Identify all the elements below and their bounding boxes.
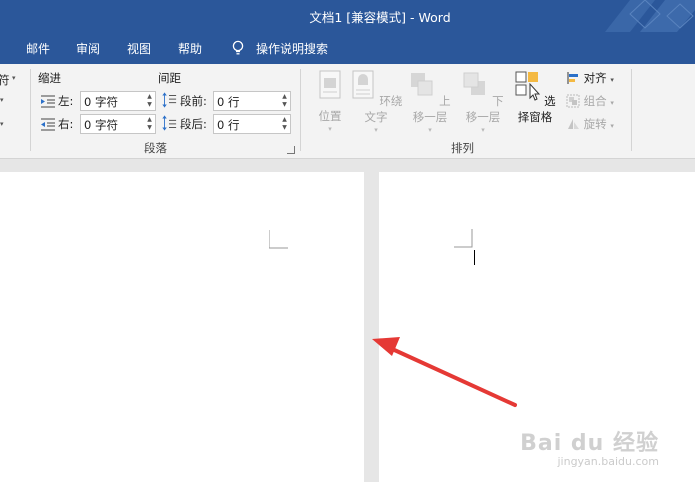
spacing-after-value: 0 行 <box>217 118 240 132</box>
chevron-down-icon: ▾ <box>328 125 332 133</box>
position-button[interactable]: 位置 ▾ <box>313 69 347 133</box>
group-separator <box>30 69 31 151</box>
spacing-after-icon <box>162 115 177 131</box>
chevron-down-icon: ▾ <box>610 99 614 107</box>
dialog-launcher-icon[interactable] <box>287 146 295 154</box>
group-separator <box>300 69 301 151</box>
chevron-down-icon[interactable]: ▾ <box>0 120 4 128</box>
annotation-arrow <box>372 337 517 407</box>
chevron-down-icon: ▾ <box>481 126 485 134</box>
tab-help[interactable]: 帮助 <box>178 40 202 57</box>
indent-right-input[interactable]: 0 字符 ▲ ▼ <box>80 114 156 134</box>
lightbulb-icon[interactable] <box>231 40 245 56</box>
spacing-header: 间距 <box>158 71 181 85</box>
indent-left-input[interactable]: 0 字符 ▲ ▼ <box>80 91 156 111</box>
chevron-down-icon: ▾ <box>428 126 432 134</box>
indent-left-value: 0 字符 <box>84 95 118 109</box>
send-backward-button[interactable]: 下移一层 ▾ <box>457 69 509 134</box>
spacing-after-input[interactable]: 0 行 ▲ ▼ <box>213 114 291 134</box>
margin-corner-mark <box>454 229 473 248</box>
watermark-brand: Bai du 经验 <box>520 431 659 456</box>
chevron-down-icon: ▾ <box>610 76 614 84</box>
spin-arrows-icon[interactable]: ▲ ▼ <box>146 116 153 132</box>
rotate-button[interactable]: 旋转 ▾ <box>566 116 614 132</box>
spin-arrows-icon[interactable]: ▲ ▼ <box>146 93 153 109</box>
wrap-text-button[interactable]: 环绕文字 ▾ <box>349 69 403 134</box>
selection-pane-icon <box>515 71 541 101</box>
chevron-down-icon: ▾ <box>374 126 378 134</box>
ribbon-tab-bar: 邮件 审阅 视图 帮助 操作说明搜索 <box>0 32 695 64</box>
ribbon: 符 ▾ ▾ ▾ 缩进 间距 左: 0 字符 ▲ ▼ 右: 0 字符 ▲ ▼ 段前: … <box>0 64 695 159</box>
tell-me-search[interactable]: 操作说明搜索 <box>256 40 328 57</box>
wrap-text-icon <box>352 70 374 99</box>
chevron-down-icon[interactable]: ▾ <box>12 74 16 82</box>
indent-header: 缩进 <box>38 71 61 85</box>
indent-right-label: 右: <box>58 117 74 131</box>
arrange-group-label: 排列 <box>451 141 474 155</box>
cut-label[interactable]: 符 <box>0 72 10 88</box>
spacing-before-label: 段前: <box>180 94 207 108</box>
group-separator <box>631 69 632 151</box>
chevron-down-icon: ▾ <box>610 122 614 130</box>
spacing-after-label: 段后: <box>180 117 207 131</box>
spin-arrows-icon[interactable]: ▲ ▼ <box>281 93 288 109</box>
rotate-label: 旋转 <box>583 117 607 131</box>
margin-corner-mark <box>269 230 288 249</box>
align-icon <box>567 72 578 84</box>
send-backward-icon <box>463 72 486 95</box>
tab-view[interactable]: 视图 <box>127 40 151 57</box>
group-button[interactable]: 组合 ▾ <box>566 93 614 109</box>
paragraph-group-label: 段落 <box>144 141 167 155</box>
text-cursor <box>474 250 475 265</box>
bring-forward-icon <box>411 73 433 96</box>
bring-forward-button[interactable]: 上移一层 ▾ <box>404 69 456 134</box>
position-label: 位置 <box>318 109 342 123</box>
align-label: 对齐 <box>583 71 607 85</box>
spacing-before-input[interactable]: 0 行 ▲ ▼ <box>213 91 291 111</box>
group-objects-icon <box>566 94 580 108</box>
baidu-jingyan-watermark: Bai du 经验 jingyan.baidu.com <box>520 425 659 468</box>
tab-review[interactable]: 审阅 <box>76 40 100 57</box>
selection-pane-button[interactable]: 选择窗格 <box>510 69 560 125</box>
spacing-before-value: 0 行 <box>217 95 240 109</box>
document-canvas[interactable]: Bai du 经验 jingyan.baidu.com <box>0 160 695 482</box>
title-decoration-graphic <box>605 0 695 32</box>
indent-right-value: 0 字符 <box>84 118 118 132</box>
indent-right-icon <box>41 118 55 131</box>
indent-left-label: 左: <box>58 94 74 108</box>
title-bar: 文档1 [兼容模式] - Word <box>0 0 695 32</box>
tab-mailings[interactable]: 邮件 <box>26 40 50 57</box>
rotate-icon <box>568 119 579 129</box>
align-button[interactable]: 对齐 ▾ <box>566 70 614 86</box>
position-icon <box>319 70 341 99</box>
group-label: 组合 <box>583 94 607 108</box>
indent-left-icon <box>41 95 55 108</box>
document-page-left[interactable] <box>0 172 364 482</box>
chevron-down-icon[interactable]: ▾ <box>0 96 4 104</box>
spin-arrows-icon[interactable]: ▲ ▼ <box>281 116 288 132</box>
spacing-before-icon <box>162 92 177 108</box>
